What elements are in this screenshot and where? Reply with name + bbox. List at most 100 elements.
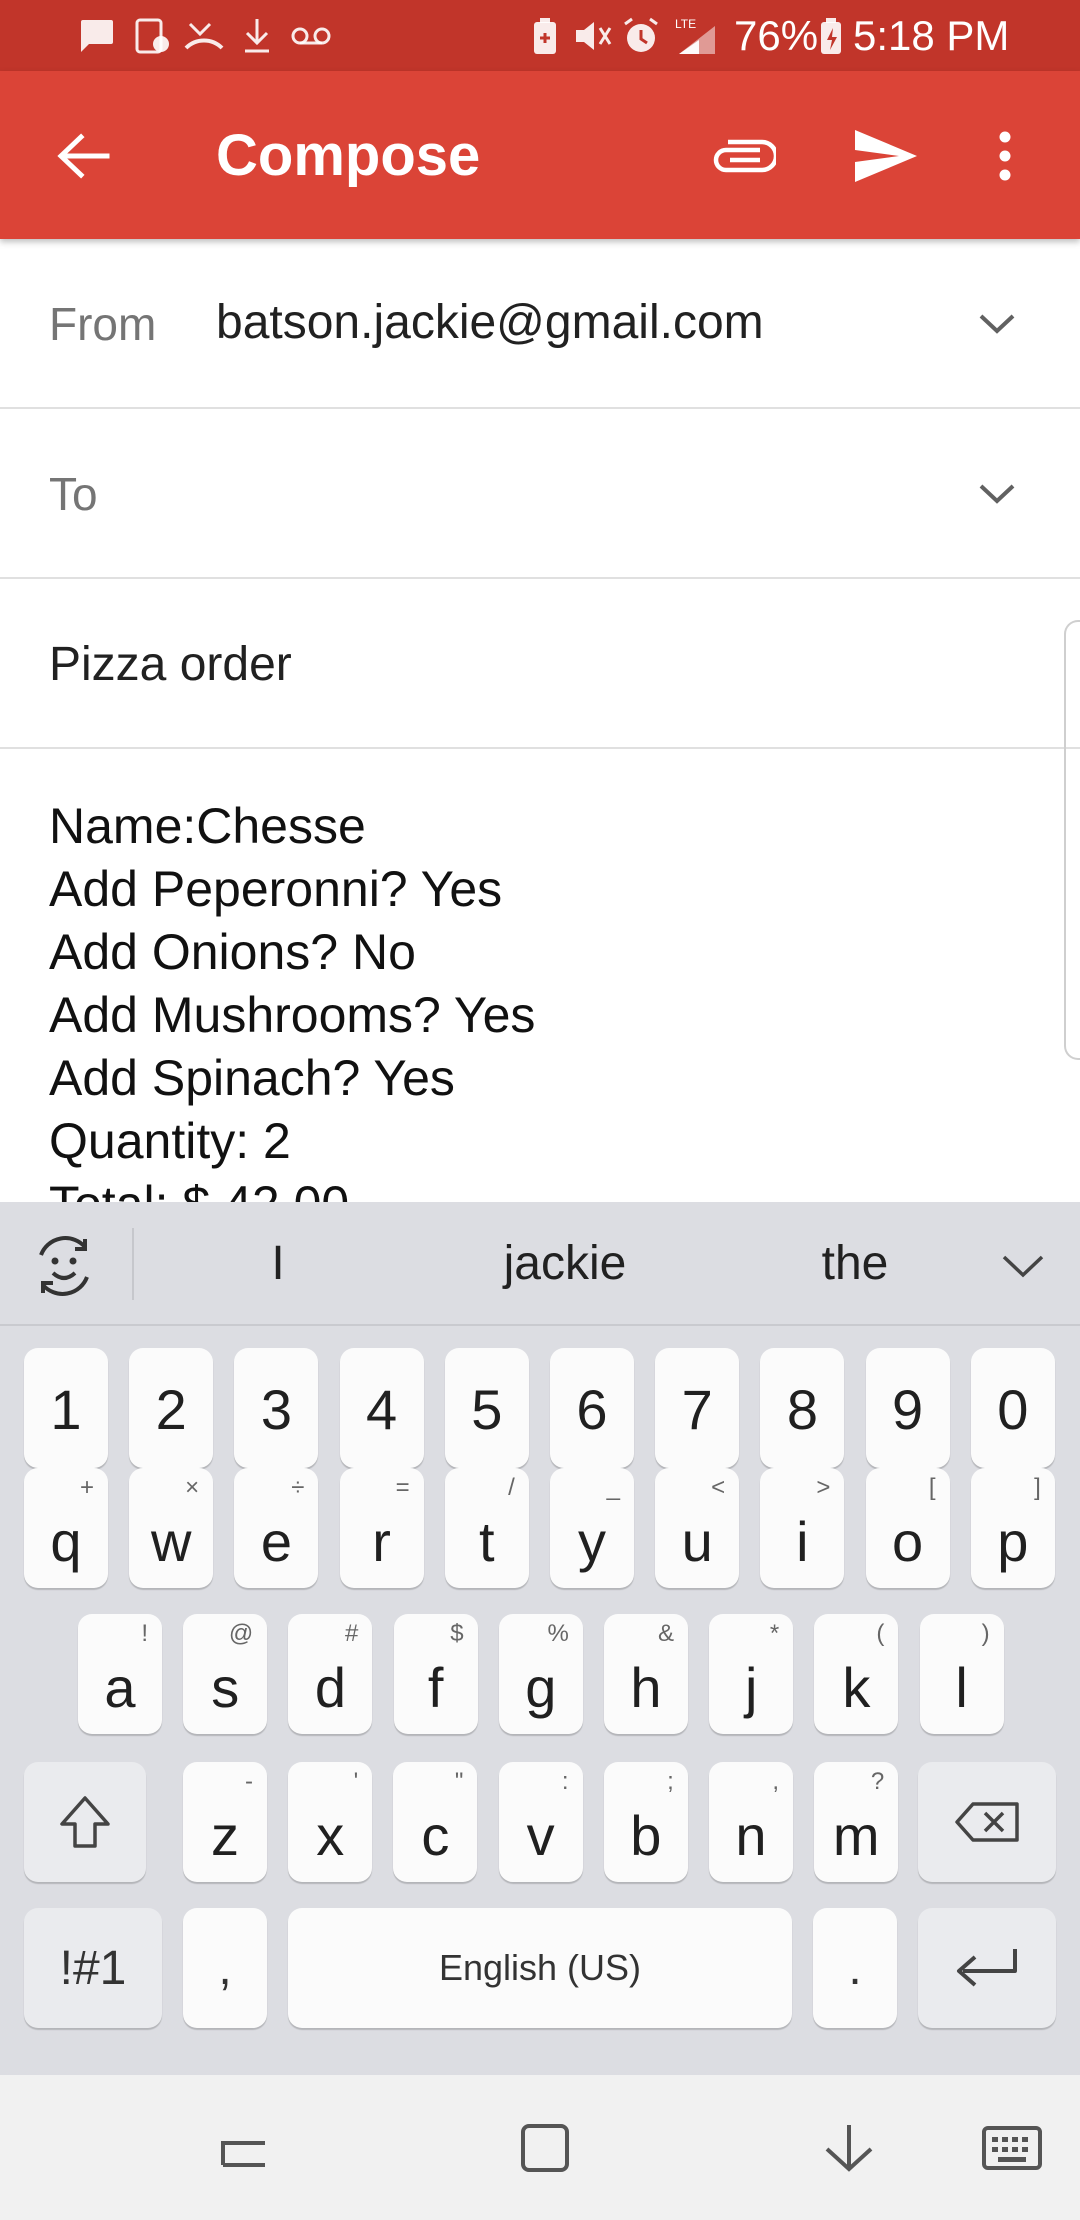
key-secondary-label: : <box>561 1768 569 1795</box>
key-secondary-label: ' <box>353 1768 359 1795</box>
key-n[interactable]: n, <box>709 1762 793 1882</box>
key-k[interactable]: k( <box>814 1614 899 1734</box>
hide-keyboard-button[interactable] <box>814 2113 884 2183</box>
key-label: e <box>260 1510 292 1573</box>
to-row: To <box>0 409 1080 579</box>
key-i[interactable]: i > <box>760 1468 845 1588</box>
key-label: 4 <box>366 1378 398 1441</box>
key-l[interactable]: l) <box>919 1614 1004 1734</box>
return-icon <box>918 1908 1056 2028</box>
suggestion-3[interactable]: the <box>780 1232 930 1296</box>
emoji-button[interactable] <box>28 1230 100 1302</box>
key-p[interactable]: p] <box>970 1468 1055 1588</box>
body-line: Add Onions? No <box>49 924 416 980</box>
key-secondary-label: $ <box>450 1620 464 1647</box>
key-m[interactable]: m? <box>814 1762 899 1882</box>
key-label: p <box>997 1510 1029 1573</box>
key-label: k <box>842 1656 871 1719</box>
key-secondary-label: ! <box>141 1620 148 1647</box>
key-label: y <box>578 1510 606 1573</box>
recents-button[interactable] <box>209 2113 279 2183</box>
more-options-button[interactable] <box>985 121 1025 191</box>
to-field[interactable] <box>120 465 940 525</box>
key-label: z <box>211 1804 239 1867</box>
body-line: Quantity: 2 <box>49 1113 291 1169</box>
key-v[interactable]: v: <box>498 1762 583 1882</box>
key-x[interactable]: x ' <box>288 1762 373 1882</box>
key-f[interactable]: f $ <box>393 1614 478 1734</box>
key-y[interactable]: y _ <box>550 1468 634 1588</box>
key-label: b <box>630 1804 662 1867</box>
enter-key[interactable] <box>918 1908 1056 2028</box>
key-c[interactable]: c " <box>393 1762 478 1882</box>
battery-saver-icon <box>528 14 562 58</box>
key-t[interactable]: t / <box>444 1468 529 1588</box>
body-line: Add Mushrooms? Yes <box>49 987 536 1043</box>
key-5[interactable]: 5 <box>444 1348 529 1468</box>
status-bar: LTE 76% 5:18 PM <box>0 0 1080 71</box>
back-button[interactable] <box>48 121 118 191</box>
key-label: 5 <box>471 1378 503 1441</box>
key-label: u <box>681 1510 713 1573</box>
key-d[interactable]: d # <box>288 1614 373 1734</box>
key-1[interactable]: 1 <box>24 1348 108 1468</box>
key-u[interactable]: u < <box>655 1468 740 1588</box>
key-9[interactable]: 9 <box>865 1348 950 1468</box>
suggestion-1[interactable]: I <box>228 1232 328 1296</box>
suggestion-2[interactable]: jackie <box>470 1232 660 1296</box>
from-dropdown-button[interactable] <box>972 299 1022 349</box>
home-button[interactable] <box>510 2113 580 2183</box>
space-key[interactable]: English (US) <box>288 1908 792 2028</box>
key-label: j <box>744 1656 758 1719</box>
collapse-suggestions-button[interactable] <box>995 1238 1051 1294</box>
svg-text:LTE: LTE <box>675 17 696 31</box>
smiley-refresh-icon <box>39 1236 89 1296</box>
body-line: Add Peperonni? Yes <box>49 861 503 917</box>
key-label: n <box>735 1804 767 1867</box>
key-4[interactable]: 4 <box>339 1348 424 1468</box>
key-6[interactable]: 6 <box>550 1348 634 1468</box>
key-secondary-label: _ <box>606 1474 620 1501</box>
key-r[interactable]: r = <box>339 1468 424 1588</box>
clock: 5:18 PM <box>853 12 1010 59</box>
page-title: Compose <box>216 123 481 188</box>
key-e[interactable]: e ÷ <box>234 1468 319 1588</box>
subject-field[interactable]: Pizza order <box>49 637 292 692</box>
key-s[interactable]: s @ <box>183 1614 268 1734</box>
backspace-key[interactable] <box>918 1762 1056 1882</box>
key-label: 9 <box>892 1378 924 1441</box>
key-g[interactable]: g% <box>498 1614 583 1734</box>
attach-button[interactable] <box>702 123 782 193</box>
key-secondary-label: / <box>508 1474 515 1501</box>
symbols-key[interactable]: !#1 <box>24 1908 162 2028</box>
key-label: , <box>218 1941 232 1995</box>
key-0[interactable]: 0 <box>970 1348 1055 1468</box>
key-label: h <box>630 1656 662 1719</box>
navigation-bar <box>0 2075 1080 2220</box>
send-button[interactable] <box>846 121 926 191</box>
key-a[interactable]: a! <box>78 1614 162 1734</box>
key-secondary-label: & <box>657 1620 674 1647</box>
key-3[interactable]: 3 <box>234 1348 319 1468</box>
key-b[interactable]: b; <box>603 1762 688 1882</box>
key-z[interactable]: z- <box>183 1762 267 1882</box>
period-key[interactable]: . <box>813 1908 897 2028</box>
key-h[interactable]: h & <box>604 1614 688 1734</box>
key-8[interactable]: 8 <box>760 1348 845 1468</box>
body-field[interactable]: Name:Chesse Add Peperonni? Yes Add Onions?… <box>49 795 1029 1205</box>
from-field[interactable]: batson.jackie@gmail.com <box>216 295 764 350</box>
comma-key[interactable]: , <box>183 1908 267 2028</box>
key-label: q <box>50 1510 82 1573</box>
key-2[interactable]: 2 <box>129 1348 214 1468</box>
key-w[interactable]: w × <box>129 1468 214 1588</box>
key-7[interactable]: 7 <box>655 1348 740 1468</box>
key-q[interactable]: q + <box>24 1468 108 1588</box>
home-square-icon <box>521 2124 569 2172</box>
key-o[interactable]: o[ <box>865 1468 950 1588</box>
shift-key[interactable] <box>24 1762 146 1882</box>
key-j[interactable]: j * <box>709 1614 794 1734</box>
key-secondary-label: # <box>345 1620 359 1647</box>
to-dropdown-button[interactable] <box>972 469 1022 519</box>
key-label: c <box>421 1804 450 1867</box>
keyboard-switch-button[interactable] <box>976 2113 1048 2183</box>
